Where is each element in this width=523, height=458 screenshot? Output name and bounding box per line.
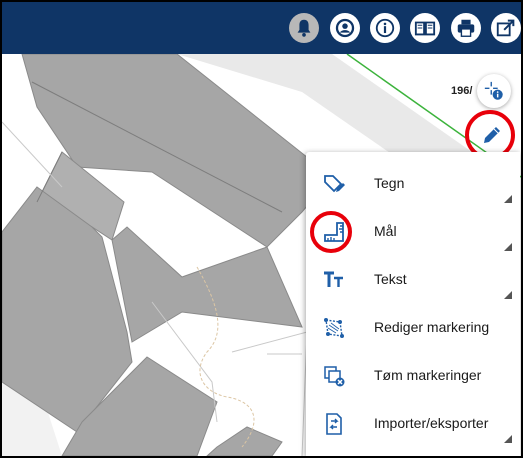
print-button[interactable] bbox=[451, 13, 481, 43]
menu-item-label: Mål bbox=[374, 223, 397, 239]
ruler-icon bbox=[320, 218, 348, 246]
print-icon bbox=[457, 19, 475, 37]
submenu-arrow-icon bbox=[504, 291, 512, 299]
map-scale-label: 196/ bbox=[449, 84, 475, 98]
menu-item-label: Tekst bbox=[374, 271, 407, 287]
menu-item-rediger-markering[interactable]: Rediger markering bbox=[306, 304, 520, 351]
menu-item-label: Tegn bbox=[374, 175, 405, 191]
menu-item-label: Rediger markering bbox=[374, 319, 490, 335]
menu-item-tom-markeringer[interactable]: Tøm markeringer bbox=[306, 352, 520, 399]
edit-shape-icon bbox=[320, 314, 348, 342]
crosshair-info-icon bbox=[484, 81, 503, 100]
draw-menu: Tegn Mål Tekst Rediger markering Tøm mar… bbox=[306, 152, 520, 456]
top-toolbar bbox=[2, 2, 521, 54]
clear-markings-icon bbox=[320, 362, 348, 390]
app-frame: 196/ Tegn Mål Tekst Rediger markering Tø… bbox=[0, 0, 523, 458]
draw-tools-button[interactable] bbox=[471, 114, 513, 156]
menu-item-label: Importer/eksporter bbox=[374, 415, 489, 431]
tag-pen-icon bbox=[320, 170, 348, 198]
menu-item-label: Tøm markeringer bbox=[374, 367, 482, 383]
submenu-arrow-icon bbox=[504, 243, 512, 251]
bell-icon bbox=[297, 19, 311, 37]
guide-button[interactable] bbox=[410, 13, 440, 43]
import-export-icon bbox=[320, 410, 348, 438]
coordinate-button[interactable] bbox=[477, 74, 511, 108]
pencil-icon bbox=[484, 127, 500, 143]
share-button[interactable] bbox=[491, 13, 521, 43]
user-button[interactable] bbox=[330, 13, 360, 43]
info-button[interactable] bbox=[370, 13, 400, 43]
menu-item-tegn[interactable]: Tegn bbox=[306, 160, 520, 207]
menu-item-tekst[interactable]: Tekst bbox=[306, 256, 520, 303]
book-icon bbox=[414, 21, 436, 36]
text-icon bbox=[320, 266, 348, 294]
share-icon bbox=[496, 19, 515, 37]
user-icon bbox=[335, 18, 355, 38]
menu-item-importer-eksporter[interactable]: Importer/eksporter bbox=[306, 400, 520, 447]
submenu-arrow-icon bbox=[504, 435, 512, 443]
menu-item-mal[interactable]: Mål bbox=[306, 208, 520, 255]
notification-button[interactable] bbox=[289, 13, 319, 43]
info-icon bbox=[375, 18, 395, 38]
submenu-arrow-icon bbox=[504, 195, 512, 203]
